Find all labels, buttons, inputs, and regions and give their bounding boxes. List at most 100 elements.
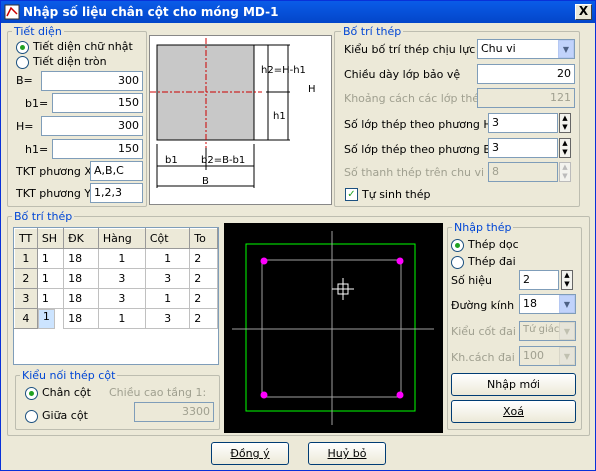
- chevron-down-icon[interactable]: ▼: [559, 295, 575, 313]
- cell-cot[interactable]: 1: [144, 248, 191, 269]
- b1-input[interactable]: 150: [52, 93, 143, 113]
- cell-dk[interactable]: 18: [63, 308, 99, 329]
- so-lop-h-input[interactable]: 3: [488, 113, 558, 133]
- tkt-x-input[interactable]: A,B,C: [90, 161, 143, 181]
- chieu-cao-label: Chiều cao tầng 1:: [109, 386, 207, 399]
- spin-down-icon[interactable]: ▼: [560, 123, 570, 132]
- h1-input[interactable]: 150: [52, 139, 143, 159]
- header-sh[interactable]: SH: [36, 228, 65, 249]
- cell-to[interactable]: 2: [189, 268, 218, 289]
- khoang-cach-input: 121: [477, 88, 575, 108]
- spin-up-icon[interactable]: ▲: [560, 139, 570, 148]
- tkt-y-input[interactable]: 1,2,3: [90, 183, 143, 203]
- row-number[interactable]: 4: [14, 308, 38, 329]
- close-button[interactable]: X: [575, 4, 592, 20]
- cell-hang[interactable]: 1: [97, 308, 146, 329]
- tiet-dien-legend: Tiết diện: [12, 25, 64, 38]
- B-input[interactable]: 300: [41, 71, 143, 91]
- spin-up-icon[interactable]: ▲: [560, 114, 570, 123]
- so-hieu-spinner[interactable]: ▲ ▼: [561, 270, 573, 290]
- table-row[interactable]: 3 1 18 3 1 2: [14, 288, 218, 309]
- huy-bo-button[interactable]: Huỷ bỏ: [308, 442, 386, 465]
- spin-down-icon[interactable]: ▼: [560, 148, 570, 157]
- cell-hang[interactable]: 1: [97, 248, 146, 269]
- kh-cach-dai-label: Kh.cách đai: [451, 351, 515, 364]
- header-tt[interactable]: TT: [14, 228, 38, 249]
- rebar-dot[interactable]: [396, 257, 404, 265]
- kieu-bo-tri-value: Chu vi: [481, 42, 516, 55]
- chevron-down-icon[interactable]: ▼: [558, 40, 574, 58]
- row-number[interactable]: 2: [14, 268, 38, 289]
- radio-thep-dai[interactable]: [451, 256, 464, 269]
- cell-to[interactable]: 2: [189, 288, 218, 309]
- header-cot[interactable]: Cột: [144, 228, 191, 249]
- chieu-day-input[interactable]: 20: [477, 64, 575, 84]
- nhap-thep-legend: Nhập thép: [452, 221, 514, 234]
- header-hang[interactable]: Hàng: [97, 228, 146, 249]
- row-number[interactable]: 1: [14, 248, 38, 269]
- cell-sh[interactable]: 1: [36, 288, 65, 309]
- chieu-cao-input: 3300: [134, 402, 214, 422]
- so-lop-h-spinner[interactable]: ▲ ▼: [559, 113, 571, 133]
- cell-dk[interactable]: 18: [63, 288, 99, 309]
- row-number[interactable]: 3: [14, 288, 38, 309]
- duong-kinh-select[interactable]: 18 ▼: [519, 294, 576, 314]
- so-lop-b-spinner[interactable]: ▲ ▼: [559, 138, 571, 158]
- table-row[interactable]: 1 1 18 1 1 2: [14, 248, 218, 269]
- so-lop-h-label: Số lớp thép theo phương H: [344, 118, 492, 131]
- H-input[interactable]: 300: [41, 116, 143, 136]
- rebar-dot[interactable]: [260, 257, 268, 265]
- kieu-cot-dai-select: Tứ giác ▼: [519, 321, 576, 341]
- bo-tri-thep-legend: Bố trí thép: [12, 210, 75, 223]
- rebar-preview-canvas[interactable]: [224, 223, 443, 433]
- radio-giua-cot[interactable]: [25, 410, 38, 423]
- cell-sh[interactable]: 1: [36, 268, 65, 289]
- tu-sinh-checkbox[interactable]: ✓: [345, 188, 358, 201]
- rebar-dot[interactable]: [260, 391, 268, 399]
- spin-down-icon: ▼: [562, 172, 568, 180]
- cell-hang[interactable]: 3: [97, 268, 146, 289]
- table-row[interactable]: 4 1 18 1 3 2: [14, 308, 218, 329]
- nhap-moi-button[interactable]: Nhập mới: [451, 373, 576, 396]
- so-lop-b-input[interactable]: 3: [488, 138, 558, 158]
- radio-tiet-dien-chu-nhat[interactable]: [16, 41, 29, 54]
- duong-kinh-label: Đường kính: [451, 299, 515, 312]
- title-bar[interactable]: Nhập số liệu chân cột cho móng MD-1 X: [1, 1, 595, 23]
- so-hieu-input[interactable]: 2: [519, 270, 559, 290]
- radio-thep-doc-label: Thép dọc: [468, 238, 519, 251]
- spin-down-icon[interactable]: ▼: [562, 280, 572, 289]
- radio-chan-cot[interactable]: [25, 387, 38, 400]
- radio-tiet-dien-chu-nhat-label: Tiết diện chữ nhật: [33, 40, 133, 53]
- diagram-h1-label: h1: [273, 111, 286, 122]
- crosshair-cursor-icon: [332, 278, 354, 300]
- rebar-dot[interactable]: [396, 391, 404, 399]
- dialog-window: Nhập số liệu chân cột cho móng MD-1 X Ti…: [0, 0, 596, 471]
- tu-sinh-label: Tự sinh thép: [362, 188, 431, 201]
- dong-y-button[interactable]: Đồng ý: [211, 442, 289, 465]
- cell-dk[interactable]: 18: [63, 268, 99, 289]
- header-to[interactable]: To: [189, 228, 218, 249]
- so-lop-b-label: Số lớp thép theo phương B: [344, 143, 491, 156]
- kieu-bo-tri-select[interactable]: Chu vi ▼: [477, 39, 575, 59]
- cell-sh[interactable]: 1: [36, 248, 65, 269]
- cell-cot[interactable]: 3: [144, 268, 191, 289]
- cell-sh-selected[interactable]: 1: [37, 309, 55, 329]
- chieu-day-label: Chiều dày lớp bảo vệ: [344, 68, 461, 81]
- cell-to[interactable]: 2: [189, 308, 218, 329]
- xoa-button[interactable]: Xoá: [451, 400, 576, 423]
- diagram-h2-label: h2=H-h1: [261, 65, 306, 76]
- h1-label: h1=: [25, 143, 49, 156]
- table-row[interactable]: 2 1 18 3 3 2: [14, 268, 218, 289]
- radio-thep-doc[interactable]: [451, 239, 464, 252]
- header-dk[interactable]: ĐK: [63, 228, 99, 249]
- so-thanh-input: 8: [488, 162, 558, 182]
- cell-to[interactable]: 2: [189, 248, 218, 269]
- rebar-table-container[interactable]: TT SH ĐK Hàng Cột To 1 1 18 1 1 2 2 1 18…: [13, 227, 219, 365]
- cell-hang[interactable]: 3: [97, 288, 146, 309]
- cell-dk[interactable]: 18: [63, 248, 99, 269]
- spin-up-icon[interactable]: ▲: [562, 271, 572, 280]
- chevron-down-icon: ▼: [559, 347, 575, 365]
- radio-tiet-dien-tron[interactable]: [16, 56, 29, 69]
- cell-cot[interactable]: 1: [144, 288, 191, 309]
- cell-cot[interactable]: 3: [144, 308, 191, 329]
